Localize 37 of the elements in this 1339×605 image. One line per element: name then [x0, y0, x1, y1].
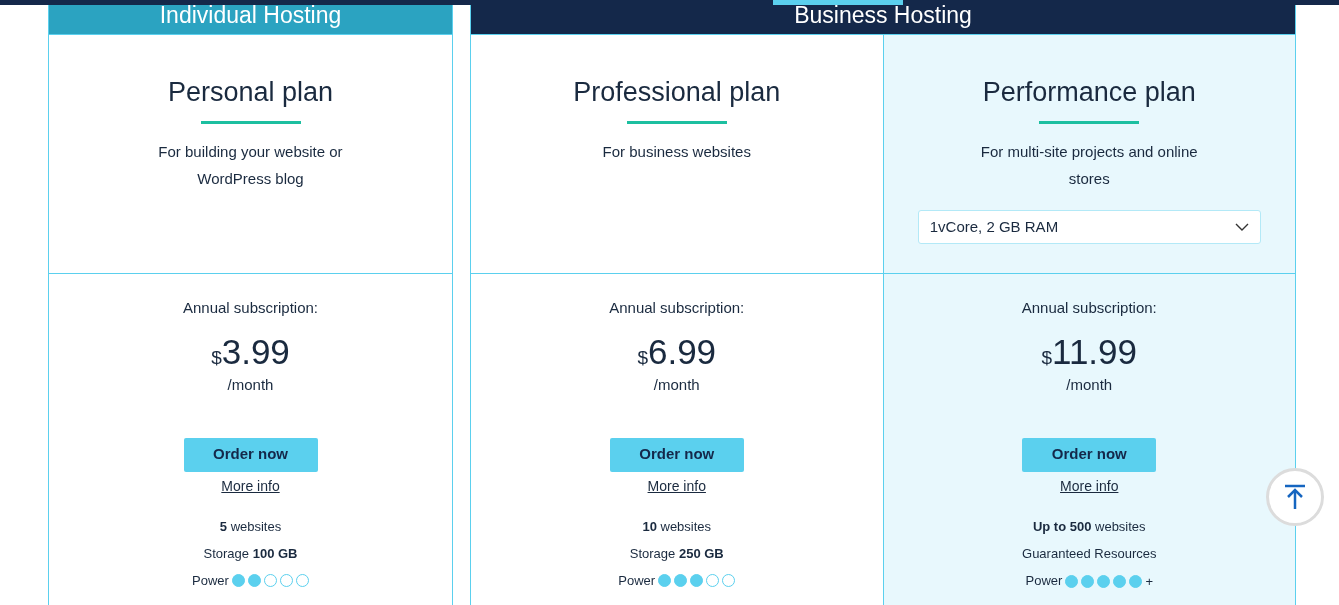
plan-description: For business websites	[601, 142, 752, 162]
power-label: Power	[618, 571, 656, 590]
billing-label: Annual subscription:	[1021, 298, 1157, 318]
arrow-up-icon	[1284, 484, 1306, 510]
power-label: Power	[192, 571, 229, 590]
more-info-link[interactable]: More info	[221, 476, 280, 495]
more-info-link[interactable]: More info	[647, 476, 706, 495]
feature-text: 5 websites	[219, 517, 282, 536]
price-period: /month	[653, 374, 700, 395]
plan-description: For multi-site projects and online stores	[979, 142, 1199, 189]
price-period: /month	[1066, 374, 1113, 395]
plan-size-dropdown[interactable]: 1vCore, 2 GB RAM	[917, 210, 1261, 244]
plan-name: Performance plan	[982, 76, 1196, 109]
price: 11.99	[1052, 332, 1138, 372]
power-plus: +	[1145, 572, 1153, 591]
billing-label: Annual subscription:	[182, 298, 319, 318]
currency-symbol: $	[637, 347, 648, 370]
order-now-button[interactable]: Order now	[1022, 437, 1157, 472]
order-now-button[interactable]: Order now	[183, 437, 318, 472]
billing-label: Annual subscription:	[609, 298, 745, 318]
feature-text: Storage 100 GB	[203, 544, 298, 563]
chevron-down-icon	[1234, 223, 1249, 231]
plan-name: Personal plan	[167, 76, 334, 109]
feature-text: Storage 250 GB	[629, 544, 724, 563]
price-period: /month	[227, 374, 274, 395]
feature-text: 10 websites	[642, 517, 712, 536]
order-now-button[interactable]: Order now	[609, 437, 744, 472]
currency-symbol: $	[211, 347, 222, 370]
power-label: Power	[1025, 572, 1063, 591]
feature-text: Guaranteed Resources	[1022, 544, 1157, 563]
currency-symbol: $	[1041, 347, 1053, 370]
price: 3.99	[221, 332, 290, 372]
price: 6.99	[647, 332, 717, 372]
more-info-link[interactable]: More info	[1060, 476, 1119, 495]
plan-description: For building your website or WordPress blog	[157, 142, 344, 189]
plan-name: Professional plan	[573, 76, 781, 109]
feature-text: Up to 500 websites	[1032, 517, 1146, 536]
